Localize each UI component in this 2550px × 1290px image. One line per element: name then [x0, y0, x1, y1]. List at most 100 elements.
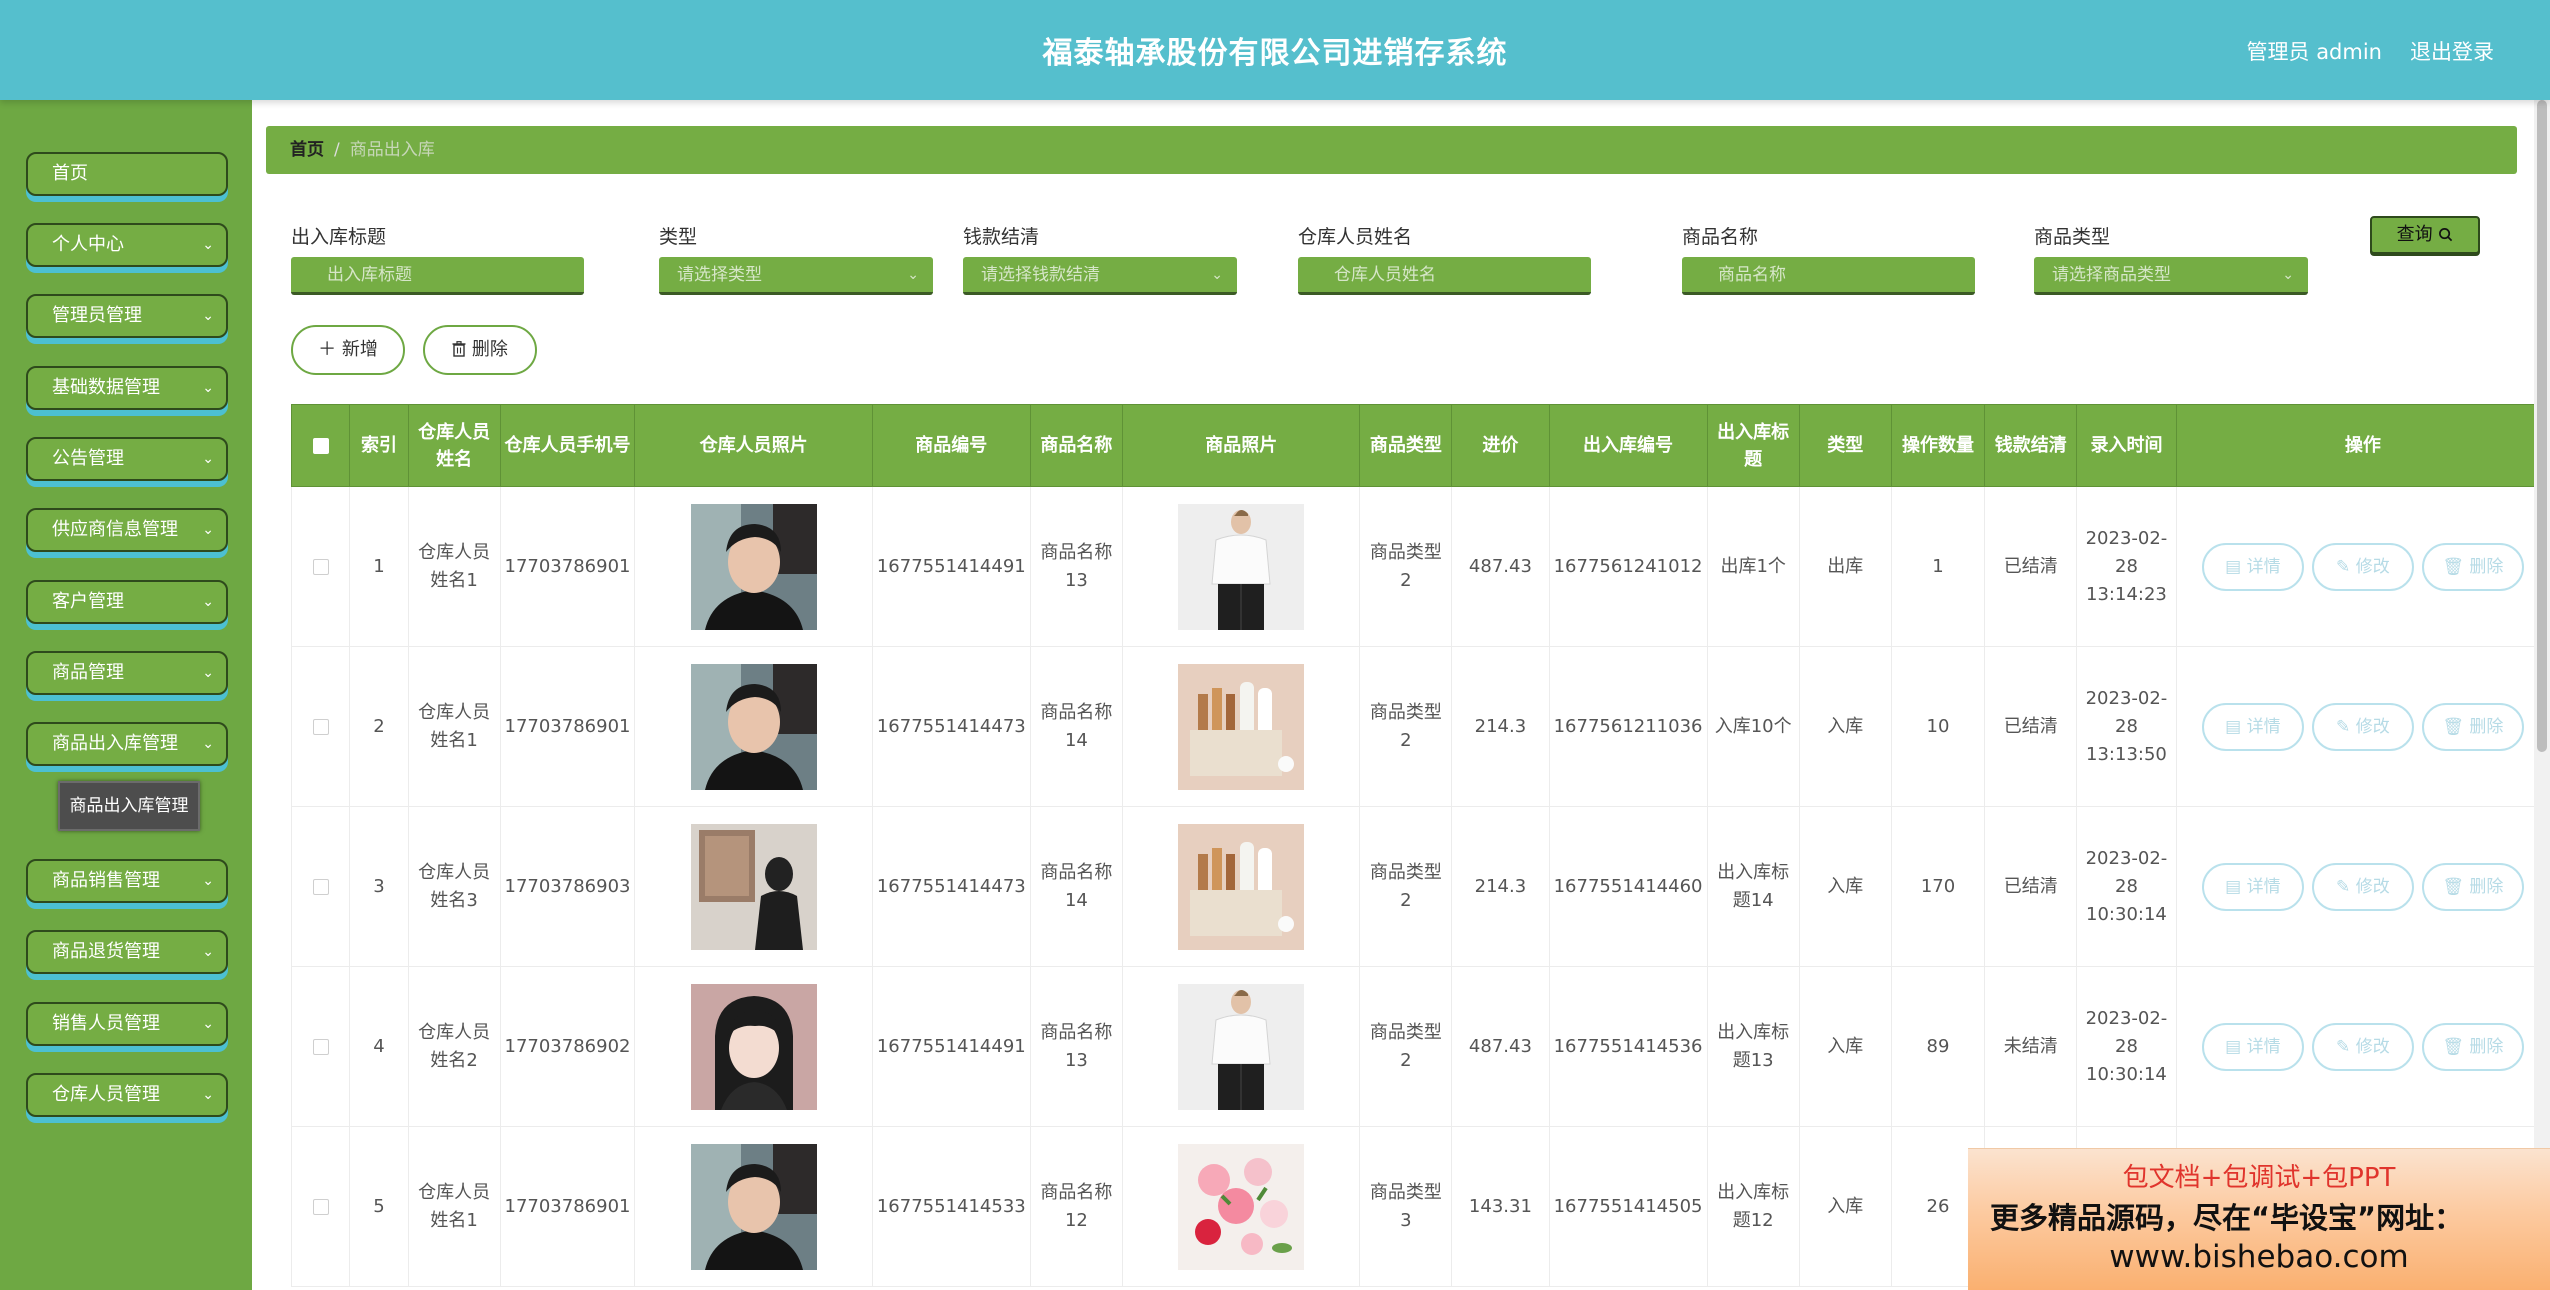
sidebar-item-label: 商品管理 — [52, 662, 124, 683]
cell-io-no: 1677551414460 — [1548, 806, 1708, 967]
query-label: 查询 — [2396, 224, 2433, 245]
row-checkbox[interactable] — [312, 878, 329, 895]
delete-label: 删除 — [2469, 556, 2504, 577]
sidebar-item-label: 基础数据管理 — [52, 377, 160, 398]
sidebar-item-customer[interactable]: 客户管理 ⌄ — [26, 580, 228, 624]
row-delete-button[interactable]: 🗑 删除 — [2421, 1022, 2524, 1071]
cell-staff-photo — [634, 486, 873, 647]
delete-button[interactable]: 删除 — [423, 325, 537, 375]
cell-index: 4 — [349, 966, 409, 1127]
detail-button[interactable]: ▤ 详情 — [2201, 1022, 2304, 1071]
detail-icon: ▤ — [2225, 1036, 2242, 1057]
plus-icon: ＋ — [318, 339, 337, 360]
cell-staff-name: 仓库人员姓名3 — [407, 806, 501, 967]
cell-operations: ▤ 详情✎ 修改🗑 删除 — [2175, 966, 2550, 1127]
edit-button[interactable]: ✎ 修改 — [2311, 702, 2414, 751]
sidebar-item-personal-center[interactable]: 个人中心 ⌄ — [26, 223, 228, 267]
sidebar-item-basic-data[interactable]: 基础数据管理 ⌄ — [26, 366, 228, 410]
staff-name-input[interactable]: 仓库人员姓名 — [1298, 257, 1591, 295]
sidebar-item-stock-io[interactable]: 商品出入库管理 ⌄ — [26, 722, 228, 766]
column-header: 操作数量 — [1890, 404, 1986, 487]
sidebar-item-label: 管理员管理 — [52, 305, 142, 326]
row-select-cell[interactable] — [290, 646, 351, 807]
sidebar-item-product[interactable]: 商品管理 ⌄ — [26, 651, 228, 695]
row-select-cell[interactable] — [290, 486, 351, 647]
type-select[interactable]: 请选择类型 ⌄ — [659, 257, 933, 295]
cell-type: 入库 — [1798, 1126, 1892, 1287]
table-header-row: 索引 仓库人员姓名 仓库人员手机号 仓库人员照片 商品编号 商品名称 商品照片 … — [290, 404, 2550, 487]
row-checkbox[interactable] — [312, 1038, 329, 1055]
column-header: 商品照片 — [1122, 404, 1361, 487]
detail-icon: ▤ — [2225, 556, 2242, 577]
cell-staff-photo — [634, 806, 873, 967]
edit-button[interactable]: ✎ 修改 — [2311, 1022, 2414, 1071]
cell-product-name: 商品名称14 — [1029, 806, 1124, 967]
category-select[interactable]: 请选择商品类型 ⌄ — [2034, 257, 2308, 295]
row-select-cell[interactable] — [290, 806, 351, 967]
edit-button[interactable]: ✎ 修改 — [2311, 542, 2414, 591]
row-delete-button[interactable]: 🗑 删除 — [2421, 542, 2524, 591]
sidebar-item-label: 个人中心 — [52, 234, 124, 255]
row-delete-button[interactable]: 🗑 删除 — [2421, 702, 2524, 751]
breadcrumb-home[interactable]: 首页 — [290, 140, 324, 160]
cell-qty: 170 — [1890, 806, 1986, 967]
cell-time: 2023-02-28 10:30:14 — [2076, 966, 2177, 1127]
row-select-cell[interactable] — [290, 966, 351, 1127]
category-select-placeholder: 请选择商品类型 — [2052, 265, 2171, 285]
select-all-checkbox[interactable] — [312, 438, 329, 454]
title-input[interactable]: 出入库标题 — [291, 257, 584, 295]
row-checkbox[interactable] — [312, 558, 329, 575]
chevron-down-icon: ⌄ — [202, 873, 214, 889]
chevron-down-icon: ⌄ — [202, 451, 214, 467]
sidebar-item-returns[interactable]: 商品退货管理 ⌄ — [26, 930, 228, 974]
edit-button[interactable]: ✎ 修改 — [2311, 862, 2414, 911]
add-button[interactable]: ＋ 新增 — [291, 325, 405, 375]
cell-qty: 89 — [1890, 966, 1986, 1127]
sidebar: 首页 个人中心 ⌄ 管理员管理 ⌄ 基础数据管理 ⌄ 公告管理 ⌄ 供应商信息管理 ⌄ 客… — [0, 100, 252, 1290]
cell-settled: 已结清 — [1984, 486, 2078, 647]
submenu-item-stock-io[interactable]: 商品出入库管理 — [58, 781, 200, 831]
detail-label: 详情 — [2246, 1036, 2281, 1057]
row-checkbox[interactable] — [312, 718, 329, 735]
cell-operations: ▤ 详情✎ 修改🗑 删除 — [2175, 806, 2550, 967]
row-delete-button[interactable]: 🗑 删除 — [2421, 862, 2524, 911]
column-header: 仓库人员照片 — [634, 404, 873, 487]
detail-button[interactable]: ▤ 详情 — [2201, 862, 2304, 911]
detail-button[interactable]: ▤ 详情 — [2201, 702, 2304, 751]
column-header: 商品编号 — [871, 404, 1031, 487]
sidebar-item-home[interactable]: 首页 — [26, 152, 228, 196]
filter-label-category: 商品类型 — [2034, 226, 2111, 248]
cell-index: 2 — [349, 646, 409, 807]
cell-product-name: 商品名称13 — [1029, 966, 1124, 1127]
column-header: 类型 — [1798, 404, 1892, 487]
sidebar-item-admin[interactable]: 管理员管理 ⌄ — [26, 294, 228, 338]
watermark-line3: www.bishebao.com — [2109, 1239, 2409, 1275]
cell-product-photo — [1122, 966, 1361, 1127]
sidebar-item-label: 商品出入库管理 — [52, 733, 178, 754]
row-checkbox[interactable] — [312, 1198, 329, 1215]
cell-product-no: 1677551414473 — [871, 646, 1031, 807]
search-icon — [2438, 224, 2453, 245]
trash-icon: 🗑 — [2442, 716, 2464, 737]
product-name-input[interactable]: 商品名称 — [1682, 257, 1975, 295]
cell-product-photo — [1122, 806, 1361, 967]
sidebar-item-sales[interactable]: 商品销售管理 ⌄ — [26, 859, 228, 903]
logout-link[interactable]: 退出登录 — [2410, 36, 2494, 66]
settle-select[interactable]: 请选择钱款结清 ⌄ — [963, 257, 1237, 295]
header-select-all[interactable] — [290, 404, 351, 487]
cell-staff-photo — [634, 1126, 873, 1287]
column-header: 出入库标题 — [1706, 404, 1800, 487]
detail-button[interactable]: ▤ 详情 — [2201, 542, 2304, 591]
scrollbar-thumb[interactable] — [2537, 100, 2547, 752]
chevron-down-icon: ⌄ — [202, 380, 214, 396]
row-select-cell[interactable] — [290, 1126, 351, 1287]
sidebar-item-supplier[interactable]: 供应商信息管理 ⌄ — [26, 508, 228, 552]
sidebar-item-salesperson[interactable]: 销售人员管理 ⌄ — [26, 1002, 228, 1046]
cell-phone: 17703786901 — [499, 1126, 636, 1287]
page-scrollbar[interactable] — [2534, 100, 2550, 1290]
filter-label-staff: 仓库人员姓名 — [1298, 226, 1413, 248]
sidebar-item-notice[interactable]: 公告管理 ⌄ — [26, 437, 228, 481]
sidebar-item-warehouse-staff[interactable]: 仓库人员管理 ⌄ — [26, 1073, 228, 1117]
query-button[interactable]: 查询 — [2370, 216, 2480, 254]
product-photo — [1178, 1143, 1305, 1270]
